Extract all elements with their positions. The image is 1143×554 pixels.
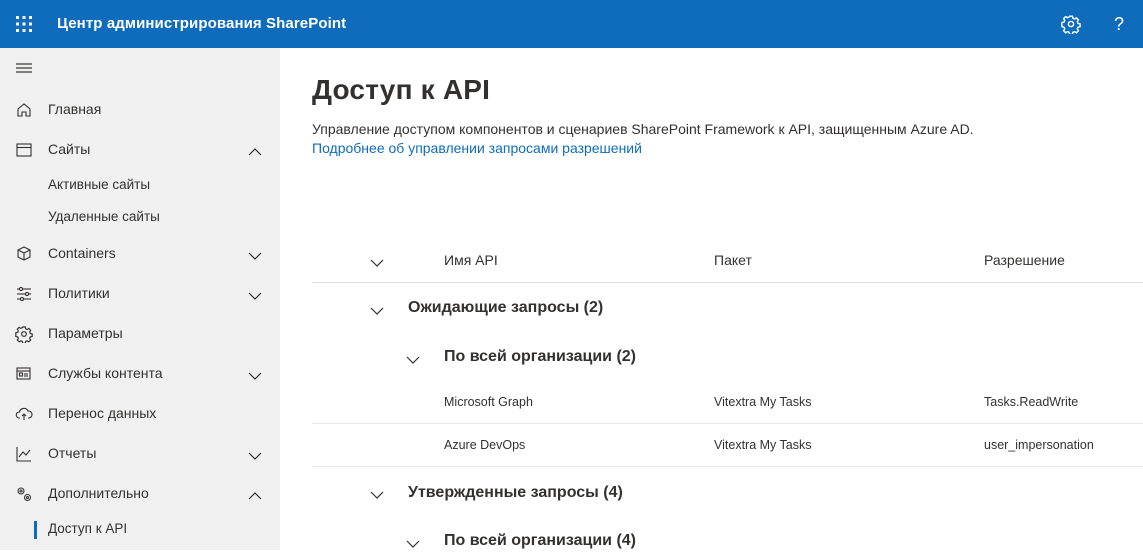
learn-more-link[interactable]: Подробнее об управлении запросами разреш… [312, 140, 642, 156]
sidebar-item-label: Активные сайты [48, 177, 151, 192]
sidebar-item-reports[interactable]: Отчеты [0, 437, 280, 469]
cell-permission: Tasks.ReadWrite [984, 395, 1079, 409]
sidebar-item-containers[interactable]: Containers [0, 237, 280, 269]
page-title: Доступ к API [312, 74, 491, 105]
group-chevron-icon[interactable] [370, 487, 384, 499]
content-services-icon [15, 365, 33, 383]
help-icon[interactable]: ? [1107, 12, 1131, 36]
home-icon [15, 101, 33, 119]
header-divider [312, 282, 1143, 283]
cell-package: Vitextra My Tasks [714, 438, 812, 452]
chevron-up-icon[interactable] [248, 144, 262, 156]
active-indicator [34, 521, 37, 539]
top-bar: Центр администрирования SharePoint ? [0, 0, 1143, 48]
column-header-permission[interactable]: Разрешение [984, 252, 1065, 268]
sidebar-item-migration[interactable]: Перенос данных [0, 397, 280, 429]
sidebar-item-api-access[interactable]: Доступ к API [0, 515, 280, 543]
settings-icon [15, 325, 33, 344]
chevron-down-icon[interactable] [248, 368, 262, 380]
subgroup-chevron-icon[interactable] [406, 536, 420, 548]
sidebar-item-label: Отчеты [48, 445, 97, 461]
sidebar-item-label: Сайты [48, 141, 91, 157]
sidebar-item-home[interactable]: Главная [0, 93, 280, 125]
column-header-package[interactable]: Пакет [714, 252, 752, 268]
sidebar-item-label: Доступ к API [48, 521, 128, 536]
cell-api-name: Microsoft Graph [444, 395, 533, 409]
migration-icon [15, 405, 33, 423]
sidebar-item-active-sites[interactable]: Активные сайты [0, 171, 280, 199]
sidebar-item-sites[interactable]: Сайты [0, 133, 280, 165]
chevron-down-icon[interactable] [248, 448, 262, 460]
sidebar-item-label: Containers [48, 245, 116, 261]
reports-icon [15, 445, 33, 463]
group-chevron-icon[interactable] [370, 303, 384, 315]
settings-icon[interactable] [1059, 12, 1083, 36]
main-content: Доступ к API Управление доступом компоне… [280, 48, 1143, 550]
sidebar-item-label: Перенос данных [48, 405, 157, 421]
sidebar-item-advanced[interactable]: Дополнительно [0, 477, 280, 509]
sidebar-item-content-services[interactable]: Службы контента [0, 357, 280, 389]
sidebar-item-label: Параметры [48, 325, 123, 341]
column-header-api-name[interactable]: Имя API [444, 252, 498, 268]
sidebar-item-label: Удаленные сайты [48, 209, 160, 224]
app-launcher-icon[interactable] [14, 14, 34, 34]
sidebar: Главная Сайты Активные сайты Удаленные с… [0, 48, 280, 550]
cell-permission: user_impersonation [984, 438, 1094, 452]
sidebar-item-settings[interactable]: Параметры [0, 317, 280, 349]
advanced-icon [15, 485, 33, 503]
cell-package: Vitextra My Tasks [714, 395, 812, 409]
sidebar-item-label: Политики [48, 285, 110, 301]
subgroup-chevron-icon[interactable] [406, 352, 420, 364]
policies-icon [15, 285, 33, 303]
app-title[interactable]: Центр администрирования SharePoint [57, 15, 346, 32]
subgroup-title-org-wide: По всей организации (4) [444, 532, 636, 549]
containers-icon [15, 245, 33, 263]
collapse-all-chevron-icon[interactable] [370, 255, 384, 267]
chevron-up-icon[interactable] [248, 488, 262, 500]
page-description: Управление доступом компонентов и сценар… [312, 121, 974, 137]
sidebar-item-label: Службы контента [48, 365, 163, 381]
cell-api-name: Azure DevOps [444, 438, 526, 452]
sidebar-item-deleted-sites[interactable]: Удаленные сайты [0, 203, 280, 231]
group-title-approved: Утвержденные запросы (4) [408, 484, 623, 501]
chevron-down-icon[interactable] [248, 248, 262, 260]
sidebar-item-label: Главная [48, 101, 102, 117]
row-divider [312, 466, 1143, 467]
subgroup-title-org-wide: По всей организации (2) [444, 348, 636, 365]
chevron-down-icon[interactable] [248, 288, 262, 300]
help-icon-glyph: ? [1113, 13, 1124, 34]
row-divider [312, 423, 1143, 424]
sites-icon [15, 141, 33, 159]
sidebar-item-label: Дополнительно [48, 485, 149, 501]
sidebar-item-policies[interactable]: Политики [0, 277, 280, 309]
group-title-pending: Ожидающие запросы (2) [408, 299, 604, 316]
hamburger-menu-icon[interactable] [14, 60, 34, 76]
